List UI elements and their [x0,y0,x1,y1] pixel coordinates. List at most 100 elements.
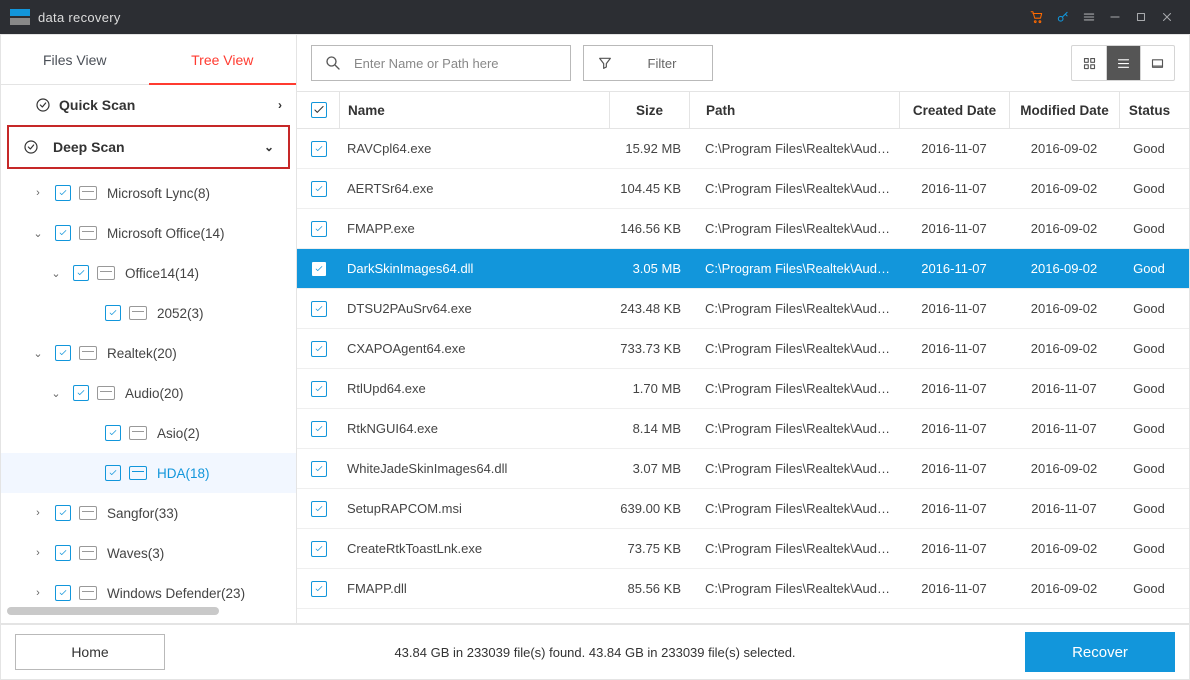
folder-icon [79,186,97,200]
menu-icon[interactable] [1076,4,1102,30]
table-row[interactable]: RtlUpd64.exe1.70 MBC:\Program Files\Real… [297,369,1189,409]
cell-size: 733.73 KB [609,341,689,356]
table-row[interactable]: AERTSr64.exe104.45 KBC:\Program Files\Re… [297,169,1189,209]
tree-node[interactable]: ›Sangfor(33) [1,493,296,533]
content-area: Filter Name Size Path Created Date Modif… [297,35,1189,623]
status-text: 43.84 GB in 233039 file(s) found. 43.84 … [165,645,1025,660]
tree-checkbox[interactable] [55,185,71,201]
tree-checkbox[interactable] [105,305,121,321]
tree-expand-icon[interactable]: ⌄ [29,227,47,240]
col-path[interactable]: Path [689,92,899,128]
row-checkbox[interactable] [311,261,327,277]
home-button[interactable]: Home [15,634,165,670]
row-checkbox[interactable] [311,541,327,557]
cell-status: Good [1119,341,1189,356]
search-input[interactable] [354,56,570,71]
col-modified-date[interactable]: Modified Date [1009,92,1119,128]
tree-expand-icon[interactable]: › [29,187,47,199]
minimize-icon[interactable] [1102,4,1128,30]
filter-button[interactable]: Filter [583,45,713,81]
tree-checkbox[interactable] [55,505,71,521]
tree-expand-icon[interactable]: ⌄ [29,347,47,360]
quick-scan-header[interactable]: Quick Scan › [1,85,296,125]
row-checkbox[interactable] [311,581,327,597]
cell-modified-date: 2016-09-02 [1009,461,1119,476]
cell-size: 639.00 KB [609,501,689,516]
row-checkbox[interactable] [311,141,327,157]
table-row[interactable]: CreateRtkToastLnk.exe73.75 KBC:\Program … [297,529,1189,569]
maximize-icon[interactable] [1128,4,1154,30]
tree-checkbox[interactable] [105,425,121,441]
close-icon[interactable] [1154,4,1180,30]
tree-node[interactable]: ⌄Office14(14) [1,253,296,293]
tree-checkbox[interactable] [55,585,71,601]
row-checkbox[interactable] [311,501,327,517]
tree-checkbox[interactable] [55,545,71,561]
tree-checkbox[interactable] [105,465,121,481]
cell-path: C:\Program Files\Realtek\Audio\... [689,341,899,356]
row-checkbox[interactable] [311,301,327,317]
tree-node[interactable]: ⌄Audio(20) [1,373,296,413]
table-row[interactable]: FMAPP.exe146.56 KBC:\Program Files\Realt… [297,209,1189,249]
cart-icon[interactable] [1024,4,1050,30]
row-checkbox[interactable] [311,181,327,197]
tree-checkbox[interactable] [73,385,89,401]
tab-files-view[interactable]: Files View [1,35,149,84]
tree-node[interactable]: ›Waves(3) [1,533,296,573]
tree-node[interactable]: Asio(2) [1,413,296,453]
tab-tree-view[interactable]: Tree View [149,35,297,84]
tree-expand-icon[interactable]: ⌄ [47,267,65,280]
col-name[interactable]: Name [339,92,609,128]
cell-created-date: 2016-11-07 [899,181,1009,196]
col-status[interactable]: Status [1119,92,1189,128]
folder-icon [79,226,97,240]
view-preview-icon[interactable] [1140,46,1174,80]
table-row[interactable]: RAVCpl64.exe15.92 MBC:\Program Files\Rea… [297,129,1189,169]
deep-scan-header[interactable]: Deep Scan ⌄ [9,127,288,167]
sidebar: Files View Tree View Quick Scan › Deep S… [1,35,297,623]
folder-icon [129,466,147,480]
table-row[interactable]: DTSU2PAuSrv64.exe243.48 KBC:\Program Fil… [297,289,1189,329]
tree-checkbox[interactable] [55,225,71,241]
tree-node[interactable]: 2052(3) [1,293,296,333]
tree-node[interactable]: ⌄ Realtek(20) [1,333,296,373]
chevron-down-icon: ⌄ [264,140,274,154]
tree-node-label: Asio(2) [157,426,200,441]
row-checkbox[interactable] [311,381,327,397]
cell-status: Good [1119,501,1189,516]
filter-label: Filter [630,56,712,71]
row-checkbox[interactable] [311,461,327,477]
col-created-date[interactable]: Created Date [899,92,1009,128]
recover-button[interactable]: Recover [1025,632,1175,672]
filter-icon [584,55,626,71]
table-row[interactable]: WhiteJadeSkinImages64.dll3.07 MBC:\Progr… [297,449,1189,489]
tree-expand-icon[interactable]: › [29,507,47,519]
cell-path: C:\Program Files\Realtek\Audio\... [689,541,899,556]
view-grid-icon[interactable] [1072,46,1106,80]
col-size[interactable]: Size [609,92,689,128]
cell-status: Good [1119,381,1189,396]
tree-expand-icon[interactable]: ⌄ [47,387,65,400]
select-all-checkbox[interactable] [311,102,327,118]
tree-node-label: Realtek(20) [107,346,177,361]
tree-checkbox[interactable] [73,265,89,281]
cell-created-date: 2016-11-07 [899,381,1009,396]
table-row[interactable]: FMAPP.dll85.56 KBC:\Program Files\Realte… [297,569,1189,609]
row-checkbox[interactable] [311,341,327,357]
table-row[interactable]: DarkSkinImages64.dll3.05 MBC:\Program Fi… [297,249,1189,289]
tree-node[interactable]: ›Microsoft Lync(8) [1,173,296,213]
view-list-icon[interactable] [1106,46,1140,80]
row-checkbox[interactable] [311,221,327,237]
tree-node[interactable]: ⌄Microsoft Office(14) [1,213,296,253]
tree-node[interactable]: HDA(18) [1,453,296,493]
tree-checkbox[interactable] [55,345,71,361]
tree-expand-icon[interactable]: › [29,547,47,559]
table-row[interactable]: RtkNGUI64.exe8.14 MBC:\Program Files\Rea… [297,409,1189,449]
search-input-wrapper[interactable] [311,45,571,81]
table-row[interactable]: SetupRAPCOM.msi639.00 KBC:\Program Files… [297,489,1189,529]
tree-expand-icon[interactable]: › [29,587,47,599]
key-icon[interactable] [1050,4,1076,30]
table-row[interactable]: CXAPOAgent64.exe733.73 KBC:\Program File… [297,329,1189,369]
sidebar-scrollbar[interactable] [7,607,290,615]
row-checkbox[interactable] [311,421,327,437]
